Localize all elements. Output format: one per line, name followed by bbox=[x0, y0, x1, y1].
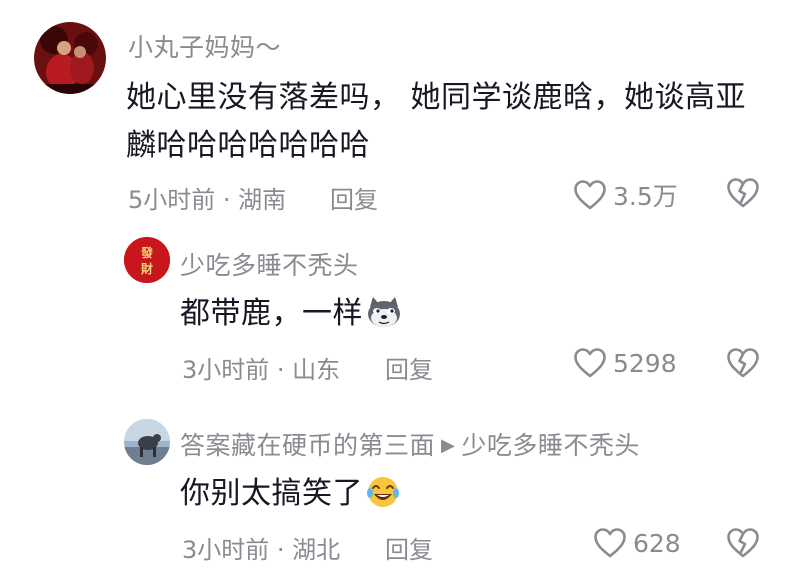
broken-heart-icon bbox=[727, 348, 759, 378]
reply-button[interactable]: 回复 bbox=[330, 180, 378, 215]
svg-text:財: 財 bbox=[140, 261, 153, 276]
svg-text:發: 發 bbox=[140, 245, 154, 260]
comment-content: 都带鹿，一样 bbox=[180, 290, 740, 344]
comment-content-line: 她心里没有落差吗， 她同学谈鹿晗，她谈高亚 bbox=[126, 80, 747, 115]
comment-meta: 3小时前 · 湖北 bbox=[182, 536, 341, 564]
reply-to-user[interactable]: 少吃多睡不秃头 bbox=[461, 431, 640, 460]
comment-text: 都带鹿，一样 bbox=[180, 296, 363, 331]
avatar[interactable] bbox=[124, 419, 170, 465]
heart-outline-icon bbox=[574, 180, 606, 210]
comment-text: 你别太搞笑了 bbox=[180, 476, 363, 511]
broken-heart-icon bbox=[727, 178, 759, 208]
comment-content: 她心里没有落差吗， 她同学谈鹿晗，她谈高亚 麟哈哈哈哈哈哈哈 bbox=[126, 74, 786, 170]
comment-content-line: 麟哈哈哈哈哈哈哈 bbox=[126, 128, 370, 163]
comment-username[interactable]: 小丸子妈妈～ bbox=[128, 28, 281, 64]
like-button[interactable]: 3.5万 bbox=[573, 177, 678, 213]
like-count: 3.5万 bbox=[613, 182, 678, 211]
comment-content: 你别太搞笑了 bbox=[180, 470, 740, 524]
like-count: 628 bbox=[633, 528, 681, 558]
like-button[interactable]: 628 bbox=[593, 527, 681, 559]
comment-username: 答案藏在硬币的第三面 ▶ 少吃多睡不秃头 bbox=[180, 426, 640, 462]
dislike-button[interactable] bbox=[726, 527, 760, 563]
heart-outline-icon bbox=[594, 528, 626, 558]
dislike-button[interactable] bbox=[726, 177, 760, 213]
comment-thread: 小丸子妈妈～ 她心里没有落差吗， 她同学谈鹿晗，她谈高亚 麟哈哈哈哈哈哈哈 5小… bbox=[0, 0, 800, 574]
reply-button[interactable]: 回复 bbox=[385, 350, 433, 385]
dislike-button[interactable] bbox=[726, 347, 760, 383]
doge-emoji-icon bbox=[365, 295, 403, 344]
comment-meta: 5小时前 · 湖南 bbox=[128, 186, 287, 214]
comment-meta: 3小时前 · 山东 bbox=[182, 356, 341, 384]
laugh-crying-emoji-icon bbox=[365, 475, 401, 524]
heart-outline-icon bbox=[574, 348, 606, 378]
reply-author[interactable]: 答案藏在硬币的第三面 bbox=[180, 431, 435, 460]
broken-heart-icon bbox=[727, 528, 759, 558]
avatar[interactable]: 發 財 bbox=[124, 237, 170, 283]
like-count: 5298 bbox=[613, 348, 677, 378]
reply-button[interactable]: 回复 bbox=[385, 530, 433, 565]
like-button[interactable]: 5298 bbox=[573, 347, 677, 379]
avatar[interactable] bbox=[34, 22, 106, 94]
triangle-right-icon: ▶ bbox=[441, 435, 456, 456]
comment-username[interactable]: 少吃多睡不秃头 bbox=[180, 246, 359, 282]
